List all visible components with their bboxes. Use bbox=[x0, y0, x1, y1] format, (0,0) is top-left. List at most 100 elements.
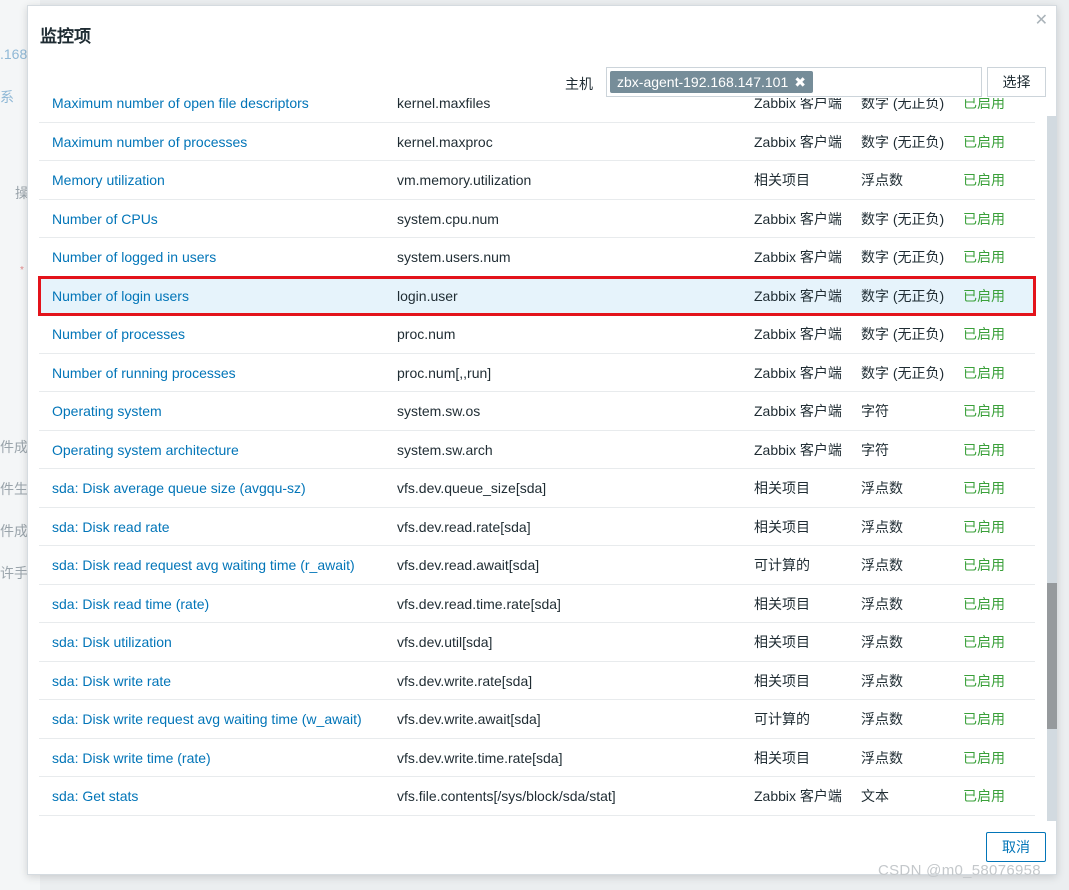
item-value-type: 字符 bbox=[861, 403, 889, 419]
select-button[interactable]: 选择 bbox=[987, 67, 1046, 97]
item-key: vfs.dev.write.await[sda] bbox=[397, 711, 541, 727]
table-row[interactable]: sda: Disk write time (rate) vfs.dev.write… bbox=[39, 739, 1035, 777]
item-value-type: 字符 bbox=[861, 441, 889, 458]
table-row[interactable]: Number of processes proc.num Zabbix 客户端 数字 … bbox=[39, 315, 1035, 354]
item-status: 已启用 bbox=[963, 557, 1005, 573]
item-name-link[interactable]: Maximum number of open file descriptors bbox=[52, 98, 309, 122]
item-status: 已启用 bbox=[963, 210, 1005, 227]
table-row[interactable]: sda: Disk read request avg waiting time … bbox=[39, 546, 1035, 585]
item-type: 相关项目 bbox=[754, 749, 810, 766]
item-key: proc.num[,,run] bbox=[397, 364, 492, 381]
item-key: vfs.file.contents[/sys/block/sda/stat] bbox=[397, 788, 616, 804]
item-type: 相关项目 bbox=[754, 672, 810, 689]
item-value-type: 数字 (无正负) bbox=[861, 98, 945, 111]
item-status: 已启用 bbox=[963, 788, 1005, 804]
item-value-type: 数字 (无正负) bbox=[861, 133, 945, 150]
item-name-link[interactable]: Memory utilization bbox=[52, 161, 165, 199]
item-type: 相关项目 bbox=[754, 518, 810, 535]
items-dialog: 监控项 ✕ 主机 zbx-agent-192.168.147.101 ✖ 选择 M… bbox=[27, 5, 1057, 875]
bg-text: 件成 bbox=[0, 523, 28, 539]
item-key: proc.num bbox=[397, 326, 456, 342]
table-row[interactable]: Operating system architecture system.sw.a… bbox=[39, 431, 1035, 469]
item-name-link[interactable]: sda: Disk write request avg waiting time… bbox=[52, 700, 362, 738]
item-type: 可计算的 bbox=[754, 557, 810, 573]
table-row[interactable]: sda: Disk read time (rate) vfs.dev.read.t… bbox=[39, 585, 1035, 623]
watermark: CSDN @m0_58076958 bbox=[878, 862, 1041, 879]
item-key: system.sw.os bbox=[397, 403, 481, 419]
close-icon[interactable]: ✕ bbox=[1035, 10, 1048, 30]
host-chip: zbx-agent-192.168.147.101 ✖ bbox=[610, 71, 813, 93]
item-name-link[interactable]: sda: Disk read rate bbox=[52, 508, 170, 546]
item-key: kernel.maxfiles bbox=[397, 98, 491, 111]
item-name-link[interactable]: sda: Disk read request avg waiting time … bbox=[52, 546, 355, 584]
item-name-link[interactable]: Maximum number of processes bbox=[52, 123, 247, 161]
item-name-link[interactable]: sda: Get stats bbox=[52, 777, 138, 815]
item-name-link[interactable]: Number of logged in users bbox=[52, 238, 216, 276]
item-type: 可计算的 bbox=[754, 711, 810, 727]
item-type: Zabbix 客户端 bbox=[754, 210, 842, 227]
item-status: 已启用 bbox=[963, 711, 1005, 727]
item-name-link[interactable]: sda: Disk write rate bbox=[52, 662, 171, 700]
table-row[interactable]: sda: Disk utilization vfs.dev.util[sda] 相关… bbox=[39, 623, 1035, 662]
item-name-link[interactable]: sda: Disk average queue size (avgqu-sz) bbox=[52, 469, 306, 507]
scrollbar-thumb[interactable] bbox=[1047, 583, 1057, 729]
item-status: 已启用 bbox=[963, 364, 1005, 381]
item-value-type: 浮点数 bbox=[861, 711, 903, 727]
item-type: Zabbix 客户端 bbox=[754, 441, 842, 458]
item-value-type: 数字 (无正负) bbox=[861, 287, 945, 304]
table-row[interactable]: Number of running processes proc.num[,,ru… bbox=[39, 354, 1035, 392]
item-key: system.users.num bbox=[397, 249, 511, 265]
table-row[interactable]: sda: Disk write request avg waiting time… bbox=[39, 700, 1035, 739]
item-key: vfs.dev.read.await[sda] bbox=[397, 557, 540, 573]
bg-text: 件生 bbox=[0, 481, 28, 497]
item-status: 已启用 bbox=[963, 480, 1005, 496]
item-status: 已启用 bbox=[963, 749, 1005, 766]
item-name-link[interactable]: Number of running processes bbox=[52, 354, 236, 392]
item-key: vfs.dev.util[sda] bbox=[397, 634, 493, 650]
item-status: 已启用 bbox=[963, 672, 1005, 689]
table-row[interactable]: Maximum number of processes kernel.maxpro… bbox=[39, 123, 1035, 161]
table-row[interactable]: sda: Disk average queue size (avgqu-sz) v… bbox=[39, 469, 1035, 508]
item-name-link[interactable]: Number of login users bbox=[52, 277, 189, 315]
remove-icon[interactable]: ✖ bbox=[794, 74, 806, 90]
item-name-link[interactable]: sda: Disk write time (rate) bbox=[52, 739, 211, 777]
item-key: vfs.dev.queue_size[sda] bbox=[397, 480, 547, 496]
item-status: 已启用 bbox=[963, 287, 1005, 304]
item-name-link[interactable]: Number of processes bbox=[52, 315, 185, 353]
table-row[interactable]: Memory utilization vm.memory.utilization 相… bbox=[39, 161, 1035, 200]
item-name-link[interactable]: Operating system architecture bbox=[52, 431, 239, 469]
bg-text: 许手 bbox=[0, 565, 28, 581]
item-type: Zabbix 客户端 bbox=[754, 326, 842, 342]
table-row[interactable]: sda: Disk read rate vfs.dev.read.rate[sda… bbox=[39, 508, 1035, 546]
table-row[interactable]: sda: Disk write rate vfs.dev.write.rate[s… bbox=[39, 662, 1035, 700]
item-value-type: 浮点数 bbox=[861, 634, 903, 650]
item-key: vfs.dev.write.time.rate[sda] bbox=[397, 749, 563, 766]
scrollbar[interactable] bbox=[1047, 116, 1057, 821]
item-name-link[interactable]: sda: Disk read time (rate) bbox=[52, 585, 209, 623]
item-type: Zabbix 客户端 bbox=[754, 133, 842, 150]
item-key: vm.memory.utilization bbox=[397, 172, 532, 188]
item-type: Zabbix 客户端 bbox=[754, 364, 842, 381]
cancel-button[interactable]: 取消 bbox=[986, 832, 1046, 862]
table-row[interactable]: Maximum number of open file descriptors k… bbox=[39, 98, 1035, 123]
item-status: 已启用 bbox=[963, 326, 1005, 342]
host-input[interactable]: zbx-agent-192.168.147.101 ✖ bbox=[606, 67, 982, 97]
bg-text: .168 bbox=[0, 46, 28, 62]
item-value-type: 数字 (无正负) bbox=[861, 364, 945, 381]
item-name-link[interactable]: Number of CPUs bbox=[52, 200, 158, 238]
bg-text: 件成 bbox=[0, 439, 28, 455]
item-key: vfs.dev.write.rate[sda] bbox=[397, 672, 533, 689]
item-status: 已启用 bbox=[963, 595, 1005, 612]
table-row[interactable]: Operating system system.sw.os Zabbix 客户端 字符… bbox=[39, 392, 1035, 431]
item-status: 已启用 bbox=[963, 441, 1005, 458]
table-row[interactable]: Number of CPUs system.cpu.num Zabbix 客户端 数字… bbox=[39, 200, 1035, 238]
host-label: 主机 bbox=[565, 76, 593, 92]
table-row-highlighted[interactable]: Number of login users login.user Zabbix 客户… bbox=[38, 275, 1036, 316]
item-status: 已启用 bbox=[963, 634, 1005, 650]
table-row[interactable]: Number of logged in users system.users.nu… bbox=[39, 238, 1035, 277]
table-row[interactable]: sda: Get stats vfs.file.contents[/sys/blo… bbox=[39, 777, 1035, 816]
item-value-type: 浮点数 bbox=[861, 172, 903, 188]
item-value-type: 数字 (无正负) bbox=[861, 326, 945, 342]
item-name-link[interactable]: sda: Disk utilization bbox=[52, 623, 172, 661]
item-name-link[interactable]: Operating system bbox=[52, 392, 162, 430]
